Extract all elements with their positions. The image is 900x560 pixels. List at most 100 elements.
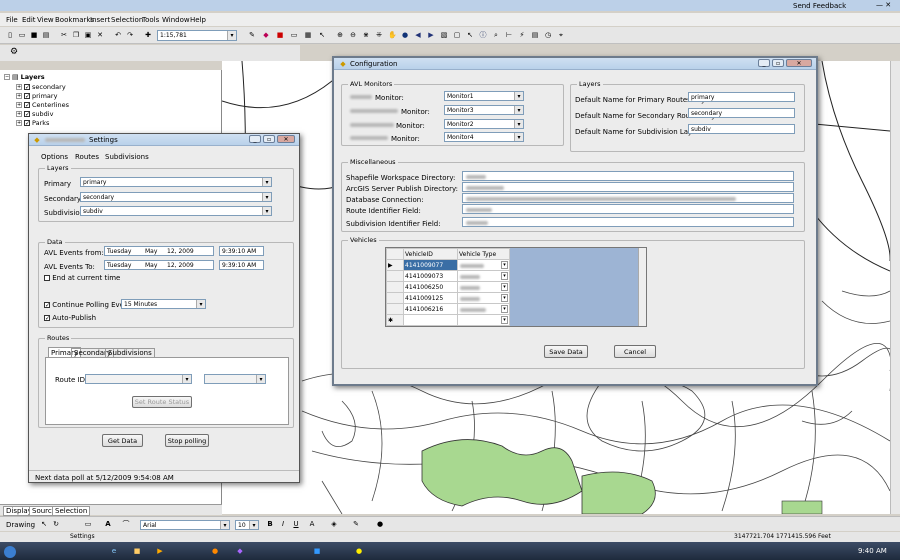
vehicle-id-cell[interactable]: 4141009077 [403,259,458,271]
expand-icon[interactable]: + [16,92,22,99]
zoom-in-icon[interactable]: ⊕ [336,31,344,39]
go-to-xy-icon[interactable]: ⌖ [557,31,565,39]
minimize-button[interactable]: _ [758,59,770,67]
monitor-combo-4[interactable]: Monitor4 [444,132,524,142]
checkbox-box[interactable]: ✓ [44,315,50,322]
table-row[interactable]: ▶ 4141009077 ▾ [386,259,510,271]
monitor-combo-2[interactable]: Monitor3 [444,105,524,115]
toc-layer-parks[interactable]: + ✓ Parks [16,118,49,127]
new-document-icon[interactable]: ▯ [6,31,14,39]
auto-publish-checkbox[interactable]: ✓ Auto-Publish [44,314,96,322]
avl-from-date[interactable]: Tuesday May 12, 2009 [104,246,214,256]
primary-layer-combo[interactable]: primary [80,177,272,187]
row-selector[interactable] [386,303,404,315]
shapefile-dir-field[interactable] [462,171,794,181]
vehicle-id-cell[interactable]: 4141006250 [403,281,458,293]
subdivision-identifier-field[interactable] [462,217,794,227]
outlook-icon[interactable]: ■ [313,547,321,555]
select-arrow-icon[interactable]: ↖ [40,520,48,528]
stop-polling-button[interactable]: Stop polling [165,434,209,447]
table-row[interactable]: 4141006216 ▾ [386,303,510,315]
menu-bookmarks[interactable]: Bookmarks [55,16,94,24]
menu-tools[interactable]: Tools [142,16,159,24]
close-button[interactable]: ✕ [786,59,812,67]
line-color-icon[interactable]: ✎ [352,520,360,528]
vehicle-id-cell[interactable]: 4141009125 [403,292,458,304]
toc-root[interactable]: − ▤ Layers [4,72,45,81]
toc-layer-primary[interactable]: + ✓ primary [16,91,57,100]
end-current-checkbox[interactable]: End at current time [44,274,120,282]
gear-icon[interactable]: ⚙ [10,48,18,57]
vehicle-id-cell[interactable]: 4141009073 [403,270,458,282]
redo-icon[interactable]: ↷ [126,31,134,39]
cell-dropdown-icon[interactable]: ▾ [501,305,508,313]
secondary-routes-field[interactable]: secondary [688,108,795,118]
toc-layer-subdiv[interactable]: + ✓ subdiv [16,109,53,118]
send-feedback-link[interactable]: Send Feedback [793,2,846,10]
vehicle-type-cell[interactable]: ▾ [457,303,510,315]
time-slider-icon[interactable]: ◷ [544,31,552,39]
subdivisions-layer-combo[interactable]: subdiv [80,206,272,216]
ie-icon[interactable]: e [110,547,118,555]
edit-vertices-icon[interactable]: ⌒ [122,520,130,528]
clear-selection-icon[interactable]: ▢ [453,31,461,39]
route-status-combo[interactable] [204,374,266,384]
table-row[interactable]: 4141006250 ▾ [386,281,510,293]
expand-icon[interactable]: + [16,101,22,108]
add-data-icon[interactable]: ✚ [144,31,152,39]
editor-icon[interactable]: ✎ [248,31,256,39]
layer-visibility-checkbox[interactable]: ✓ [24,110,30,117]
map-scale-combo[interactable]: 1:15,781 [157,30,237,41]
full-extent-icon[interactable]: ● [401,31,409,39]
cell-dropdown-icon[interactable]: ▾ [501,316,508,324]
close-button[interactable]: ✕ [277,135,295,143]
layer-visibility-checkbox[interactable]: ✓ [24,92,30,99]
measure-icon[interactable]: ⊢ [505,31,513,39]
identify-icon[interactable]: ⓘ [479,31,487,39]
find-icon[interactable]: ⌕ [492,31,500,39]
save-icon[interactable]: ■ [30,31,38,39]
html-popup-icon[interactable]: ▤ [531,31,539,39]
print-icon[interactable]: ▤ [42,31,50,39]
vehicle-type-cell[interactable]: ▾ [457,270,510,282]
avl-to-time[interactable]: 9:39:10 AM [219,260,264,270]
row-selector[interactable] [386,292,404,304]
fixed-zoom-out-icon[interactable]: ⁜ [375,31,383,39]
settings-titlebar[interactable]: ◆ Settings _ ▫ ✕ [29,134,299,146]
menu-selection[interactable]: Selection [111,16,143,24]
save-data-button[interactable]: Save Data [544,345,588,358]
font-size-combo[interactable]: 10 [235,520,259,530]
underline-icon[interactable]: U [292,520,300,528]
toc-layer-secondary[interactable]: + ✓ secondary [16,82,66,91]
primary-routes-field[interactable]: primary [688,92,795,102]
visual-studio-icon[interactable]: ◆ [236,547,244,555]
cell-dropdown-icon[interactable]: ▾ [501,283,508,291]
whats-this-icon[interactable]: ↖ [318,31,326,39]
toc-layer-centerlines[interactable]: + ✓ Centerlines [16,100,69,109]
database-connection-field[interactable] [462,193,794,203]
drawing-menu[interactable]: Drawing [6,521,35,529]
font-combo[interactable]: Arial [140,520,230,530]
folder-icon[interactable]: ■ [133,547,141,555]
row-selector[interactable] [386,281,404,293]
monitor-combo-3[interactable]: Monitor2 [444,119,524,129]
delete-icon[interactable]: ✕ [96,31,104,39]
column-header-vehicleid[interactable]: VehicleID [403,248,458,260]
subdivision-layer-field[interactable]: subdiv [688,124,795,134]
start-orb-icon[interactable] [4,546,16,558]
firefox-icon[interactable]: ● [211,547,219,555]
pan-icon[interactable]: ✋ [388,31,397,39]
paste-icon[interactable]: ▣ [84,31,92,39]
vehicle-type-cell[interactable]: ▾ [457,292,510,304]
cell-dropdown-icon[interactable]: ▾ [501,261,508,269]
copy-icon[interactable]: ❐ [72,31,80,39]
row-selector-icon[interactable]: ▶ [386,259,404,271]
arctoolbox-icon[interactable]: ■ [276,31,284,39]
grid-vertical-scrollbar[interactable] [638,248,646,326]
taskbar-active-window[interactable]: Settings [70,533,95,540]
map-vertical-scrollbar[interactable] [890,61,900,514]
collapse-icon[interactable]: − [4,73,10,80]
python-icon[interactable]: ▦ [304,31,312,39]
window-controls[interactable]: — ✕ [876,1,891,9]
layer-tool-icon[interactable]: ◆ [262,31,270,39]
